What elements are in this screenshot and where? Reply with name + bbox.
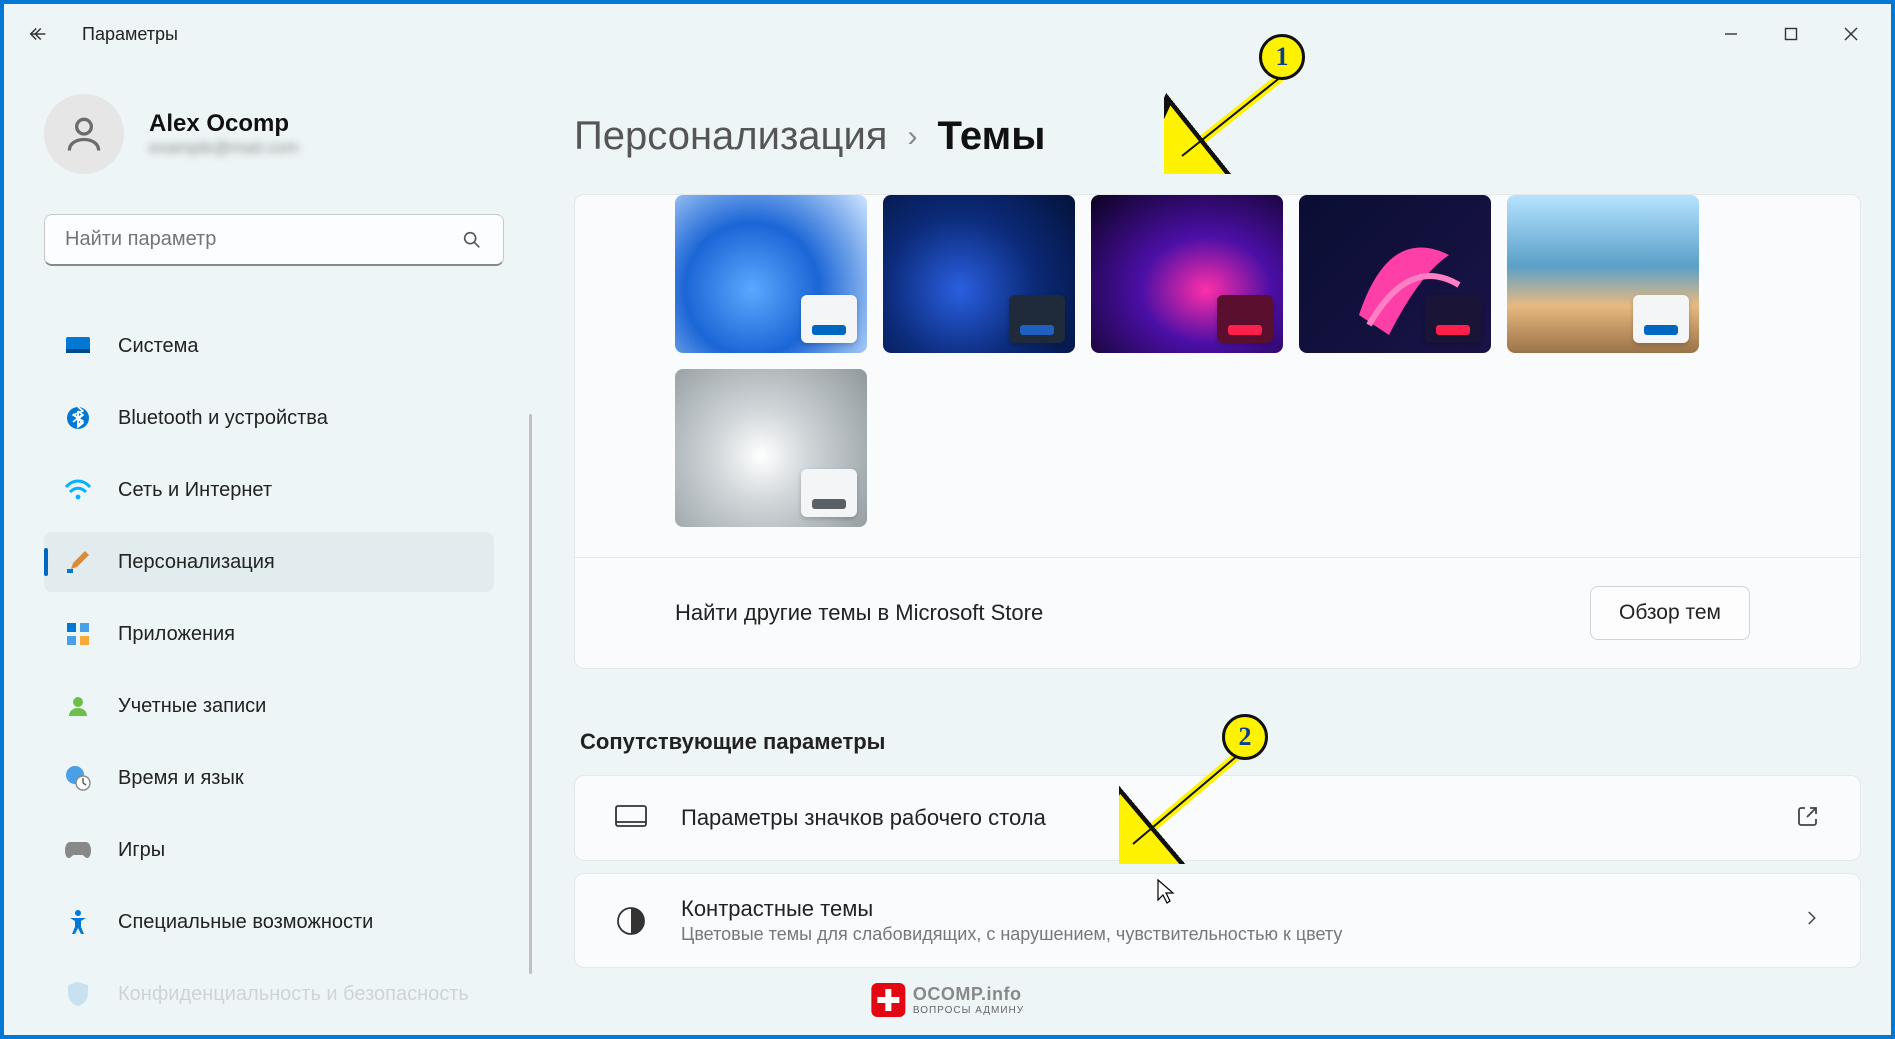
theme-swatch xyxy=(801,295,857,343)
gamepad-icon xyxy=(64,836,92,864)
breadcrumb-parent[interactable]: Персонализация xyxy=(574,114,887,159)
close-icon xyxy=(1844,27,1858,41)
search-box[interactable] xyxy=(44,214,504,266)
sidebar-item-time[interactable]: Время и язык xyxy=(44,748,494,808)
watermark-suffix: .info xyxy=(981,984,1022,1004)
theme-tile[interactable] xyxy=(1507,195,1699,353)
apps-icon xyxy=(64,620,92,648)
theme-swatch xyxy=(1633,295,1689,343)
setting-desktop-icons[interactable]: Параметры значков рабочего стола xyxy=(574,775,1861,861)
app-title: Параметры xyxy=(82,24,178,45)
user-email: example@mail.com xyxy=(149,138,299,158)
nav-label: Время и язык xyxy=(118,767,244,790)
chevron-right-icon xyxy=(1802,909,1820,932)
sidebar-item-personalization[interactable]: Персонализация xyxy=(44,532,494,592)
settings-window: Параметры Alex Ocomp example@mail.com xyxy=(0,0,1895,1039)
window-controls xyxy=(1701,10,1881,58)
user-name: Alex Ocomp xyxy=(149,110,299,138)
contrast-icon xyxy=(611,901,651,941)
brush-icon xyxy=(64,548,92,576)
system-icon xyxy=(64,332,92,360)
sidebar-item-accessibility[interactable]: Специальные возможности xyxy=(44,892,494,952)
setting-desc: Цветовые темы для слабовидящих, с наруше… xyxy=(681,924,1772,945)
nav-label: Конфиденциальность и безопасность xyxy=(118,983,469,1006)
related-heading: Сопутствующие параметры xyxy=(580,729,1861,755)
theme-grid xyxy=(575,195,1860,557)
nav-label: Персонализация xyxy=(118,551,275,574)
sidebar-item-privacy[interactable]: Конфиденциальность и безопасность xyxy=(44,964,494,1024)
themes-panel: Найти другие темы в Microsoft Store Обзо… xyxy=(574,194,1861,669)
chevron-right-icon: › xyxy=(907,120,917,154)
person-filled-icon xyxy=(64,692,92,720)
theme-tile[interactable] xyxy=(675,369,867,527)
sidebar-item-accounts[interactable]: Учетные записи xyxy=(44,676,494,736)
sidebar-item-bluetooth[interactable]: Bluetooth и устройства xyxy=(44,388,494,448)
theme-tile[interactable] xyxy=(675,195,867,353)
setting-title: Контрастные темы xyxy=(681,896,1772,922)
store-label: Найти другие темы в Microsoft Store xyxy=(675,600,1043,626)
maximize-icon xyxy=(1784,27,1798,41)
theme-swatch xyxy=(1425,295,1481,343)
theme-tile[interactable] xyxy=(883,195,1075,353)
maximize-button[interactable] xyxy=(1761,10,1821,58)
accessibility-icon xyxy=(64,908,92,936)
nav-label: Учетные записи xyxy=(118,695,266,718)
minimize-button[interactable] xyxy=(1701,10,1761,58)
desktop-icon xyxy=(611,798,651,838)
theme-tile[interactable] xyxy=(1091,195,1283,353)
sidebar-item-network[interactable]: Сеть и Интернет xyxy=(44,460,494,520)
sidebar: Alex Ocomp example@mail.com Система Blue… xyxy=(4,64,544,1035)
person-icon xyxy=(62,112,106,156)
user-block[interactable]: Alex Ocomp example@mail.com xyxy=(44,94,504,174)
sidebar-item-system[interactable]: Система xyxy=(44,316,494,376)
nav-label: Специальные возможности xyxy=(118,911,373,934)
search-icon xyxy=(461,229,483,251)
content-area: Alex Ocomp example@mail.com Система Blue… xyxy=(4,64,1891,1035)
watermark: OCOMP.info ВОПРОСЫ АДМИНУ xyxy=(871,983,1024,1017)
watermark-tagline: ВОПРОСЫ АДМИНУ xyxy=(913,1005,1024,1016)
sidebar-item-apps[interactable]: Приложения xyxy=(44,604,494,664)
theme-swatch xyxy=(1217,295,1273,343)
titlebar: Параметры xyxy=(4,4,1891,64)
breadcrumb: Персонализация › Темы xyxy=(574,114,1861,159)
avatar xyxy=(44,94,124,174)
theme-swatch xyxy=(801,469,857,517)
minimize-icon xyxy=(1724,27,1738,41)
bluetooth-icon xyxy=(64,404,92,432)
setting-contrast-themes[interactable]: Контрастные темы Цветовые темы для слабо… xyxy=(574,873,1861,968)
scrollbar[interactable] xyxy=(529,414,532,974)
back-button[interactable] xyxy=(14,10,62,58)
theme-tile[interactable] xyxy=(1299,195,1491,353)
external-link-icon xyxy=(1796,804,1820,833)
search-input[interactable] xyxy=(65,228,461,251)
clock-globe-icon xyxy=(64,764,92,792)
breadcrumb-current: Темы xyxy=(937,114,1045,159)
close-button[interactable] xyxy=(1821,10,1881,58)
nav-label: Система xyxy=(118,335,199,358)
theme-swatch xyxy=(1009,295,1065,343)
watermark-brand: OCOMP xyxy=(913,984,981,1004)
nav-label: Bluetooth и устройства xyxy=(118,407,328,430)
browse-themes-button[interactable]: Обзор тем xyxy=(1590,586,1750,640)
store-row: Найти другие темы в Microsoft Store Обзо… xyxy=(575,557,1860,668)
sidebar-item-gaming[interactable]: Игры xyxy=(44,820,494,880)
nav-label: Приложения xyxy=(118,623,235,646)
cross-icon xyxy=(871,983,905,1017)
main-panel: Персонализация › Темы Найти д xyxy=(544,64,1891,1035)
setting-title: Параметры значков рабочего стола xyxy=(681,805,1766,831)
nav: Система Bluetooth и устройства Сеть и Ин… xyxy=(44,306,504,1024)
shield-icon xyxy=(64,980,92,1008)
nav-label: Сеть и Интернет xyxy=(118,479,272,502)
wifi-icon xyxy=(64,476,92,504)
nav-label: Игры xyxy=(118,839,165,862)
